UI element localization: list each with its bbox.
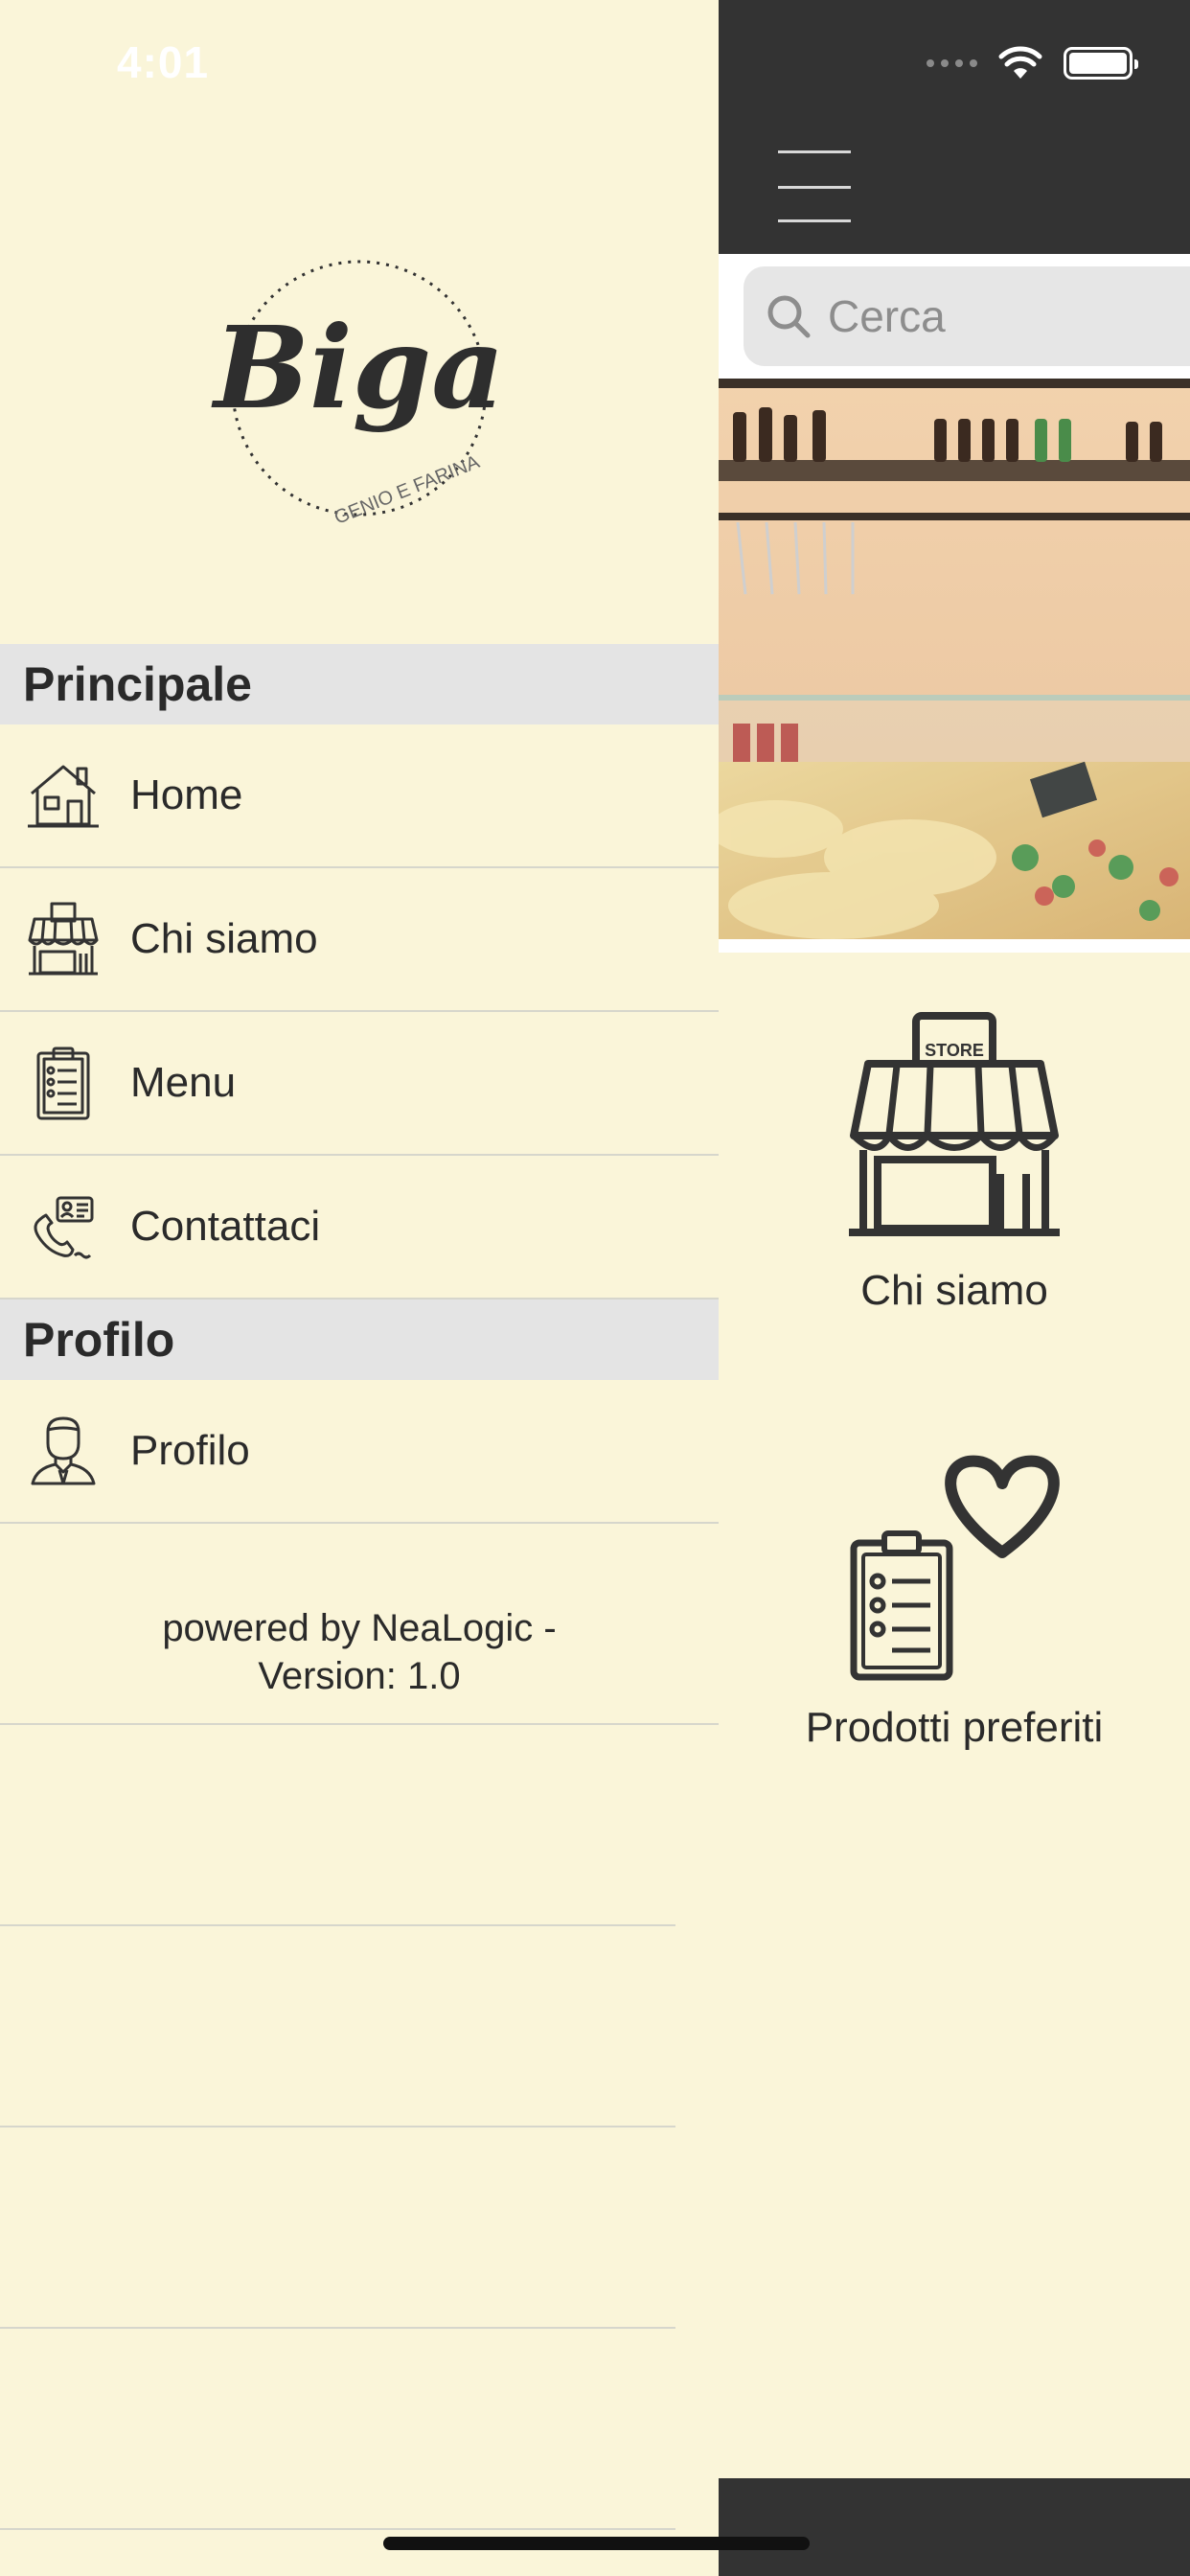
top-navigation-bar [719, 0, 1190, 254]
tile-label: Prodotti preferiti [805, 1704, 1104, 1751]
section-header-principale: Principale [0, 644, 719, 724]
logo-wordmark: Biga [211, 301, 505, 434]
version-text: Version: 1.0 [258, 1655, 461, 1697]
tile-prodotti-preferiti[interactable]: Prodotti preferiti [719, 1447, 1190, 1752]
store-icon: STORE [849, 1012, 1060, 1236]
status-time: 4:01 [117, 37, 210, 87]
phone-contact-icon [25, 1188, 102, 1265]
section-title: Principale [23, 657, 252, 711]
search-bar[interactable] [744, 266, 1190, 366]
house-icon [25, 757, 102, 834]
bottom-bar [719, 2478, 1190, 2576]
search-bar-container [719, 254, 1190, 379]
hamburger-menu-button[interactable] [778, 149, 851, 225]
side-drawer: 4:01 Biga GENIO E FARINA Principale Home [0, 0, 719, 2576]
section-header-profilo: Profilo [0, 1300, 719, 1380]
user-icon [25, 1413, 102, 1489]
status-bar-right [927, 44, 1138, 82]
logo-tagline: GENIO E FARINA [332, 451, 483, 529]
cellular-signal-icon [927, 59, 977, 67]
drawer-item-home[interactable]: Home [0, 724, 719, 868]
image-divider [719, 939, 1190, 953]
drawer-item-contattaci[interactable]: Contattaci [0, 1156, 719, 1300]
empty-row [0, 2128, 675, 2329]
tile-chi-siamo[interactable]: STORE Chi siamo [719, 1006, 1190, 1315]
drawer-item-label: Chi siamo [130, 915, 318, 962]
drawer-item-profilo[interactable]: Profilo [0, 1380, 719, 1524]
search-input[interactable] [828, 290, 1190, 342]
drawer-item-label: Contattaci [130, 1203, 321, 1250]
home-indicator[interactable] [383, 2537, 810, 2550]
drawer-item-label: Menu [130, 1059, 237, 1106]
battery-icon [1064, 47, 1138, 80]
store-sign-text: STORE [925, 1041, 984, 1060]
tile-label: Chi siamo [860, 1267, 1048, 1314]
powered-by-text: powered by NeaLogic - [162, 1607, 557, 1649]
main-screen: STORE Chi siamo Prodotti pref [719, 0, 1190, 2576]
wifi-icon [998, 46, 1042, 79]
drawer-item-label: Home [130, 771, 243, 818]
hero-image [719, 379, 1190, 939]
drawer-item-chi-siamo[interactable]: Chi siamo [0, 868, 719, 1012]
biga-logo: Biga GENIO E FARINA [211, 260, 505, 529]
section-title: Profilo [23, 1313, 175, 1367]
drawer-footer: powered by NeaLogic - Version: 1.0 [0, 1524, 719, 1725]
clipboard-list-icon [25, 1045, 102, 1121]
empty-row [0, 1725, 675, 1926]
drawer-item-label: Profilo [130, 1427, 250, 1474]
clipboard-heart-icon [850, 1455, 1060, 1681]
store-icon [25, 901, 102, 978]
empty-row [0, 1926, 675, 2128]
empty-row [0, 2329, 675, 2530]
drawer-item-menu[interactable]: Menu [0, 1012, 719, 1156]
search-icon [767, 295, 811, 338]
